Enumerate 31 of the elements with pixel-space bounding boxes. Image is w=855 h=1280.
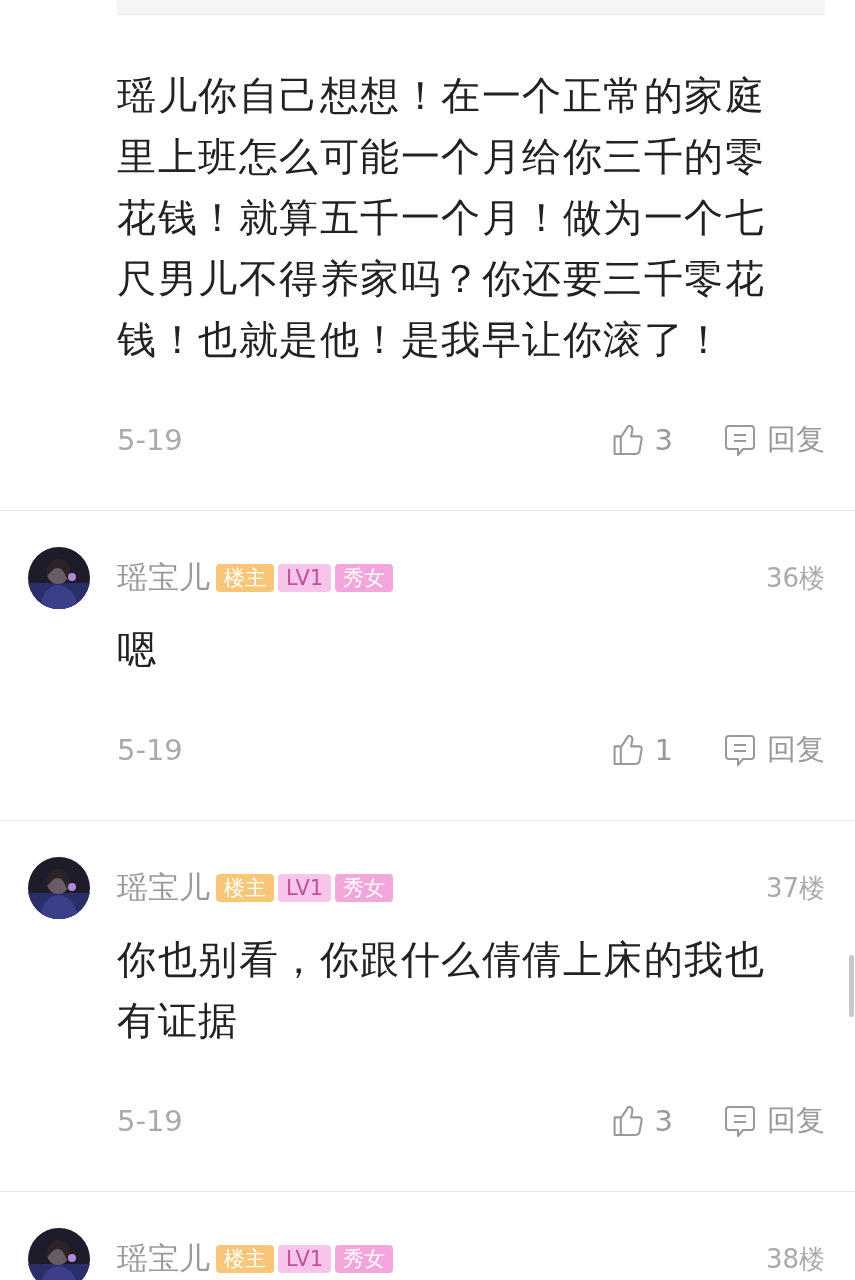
comment-date: 5-19 — [117, 423, 183, 457]
user-badge: 楼主 — [216, 874, 274, 902]
user-badge: 秀女 — [335, 874, 394, 902]
floor-number: 38楼 — [765, 1242, 825, 1276]
comment-bubble-icon[interactable] — [723, 1104, 757, 1138]
like-button[interactable]: 3 — [610, 1104, 673, 1138]
user-badge: 秀女 — [335, 564, 394, 592]
user-badge: 秀女 — [335, 1245, 394, 1273]
user-badge: 楼主 — [216, 1245, 274, 1273]
floor-number: 37楼 — [765, 871, 825, 905]
comment-text: 嗯 — [117, 626, 159, 674]
user-badge: 楼主 — [216, 564, 274, 592]
like-button[interactable]: 1 — [610, 733, 673, 767]
username[interactable]: 瑶宝儿 — [117, 1238, 210, 1280]
scrollbar[interactable] — [849, 955, 854, 1017]
user-badge: LV1 — [278, 564, 332, 592]
username[interactable]: 瑶宝儿 — [117, 867, 210, 909]
user-badge: LV1 — [278, 874, 332, 902]
reply-button[interactable]: 回复 — [723, 1101, 825, 1141]
comment-text: 瑶儿你自己想想！在一个正常的家庭里上班怎么可能一个月给你三千的零花钱！就算五千一个月！做为一个七尺男儿不得养家吗？你还要三千零花钱！也就是他！是我早让你滚了！ — [117, 72, 766, 364]
comment-bubble-icon[interactable] — [723, 423, 757, 457]
comment-date: 5-19 — [117, 1104, 183, 1138]
comment-date: 5-19 — [117, 733, 183, 767]
user-badge: LV1 — [278, 1245, 332, 1273]
username[interactable]: 瑶宝儿 — [117, 557, 210, 599]
reply-button[interactable]: 回复 — [723, 730, 825, 770]
floor-number: 36楼 — [765, 561, 825, 595]
comment-bubble-icon[interactable] — [723, 733, 757, 767]
comment-text: 你也别看，你跟什么倩倩上床的我也有证据 — [117, 936, 766, 1045]
reply-button[interactable]: 回复 — [723, 420, 825, 460]
like-button[interactable]: 3 — [610, 423, 673, 457]
